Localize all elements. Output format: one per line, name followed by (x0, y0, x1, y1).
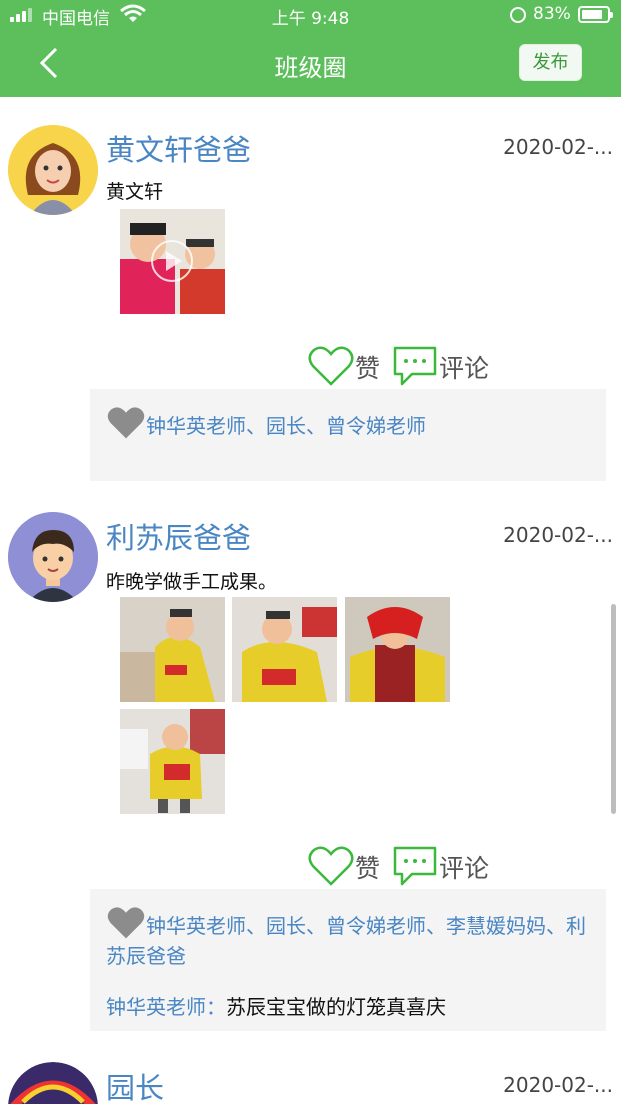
comment-button[interactable]: 评论 (439, 849, 489, 885)
likes-list[interactable]: 钟华英老师、园长、曾令娣老师、李慧媛妈妈、利苏辰爸爸 (106, 911, 596, 971)
post-actions: 赞 评论 (308, 845, 508, 887)
avatar[interactable] (8, 125, 98, 215)
post-card: 黄文轩爸爸 2020-02-... 黄文轩 赞 评论 钟华英老师、园长、曾令娣老… (0, 97, 621, 487)
post-date: 2020-02-... (503, 523, 613, 547)
post-text: 黄文轩 (106, 181, 164, 203)
video-thumbnail[interactable] (120, 209, 225, 314)
like-button[interactable]: 赞 (355, 349, 380, 385)
post-actions: 赞 评论 (308, 345, 508, 387)
post-card: 利苏辰爸爸 2020-02-... 昨晚学做手工成果。 赞 评论 钟华英老师、园… (0, 487, 621, 1037)
comment-author[interactable]: 钟华英老师： (106, 995, 226, 1019)
heart-outline-icon[interactable] (308, 845, 354, 887)
status-bar: 中国电信 上午 9:48 83% (0, 0, 621, 30)
app-header: 中国电信 上午 9:48 83% 班级圈 发布 (0, 0, 621, 97)
likes-panel: 钟华英老师、园长、曾令娣老师 (90, 389, 606, 481)
post-text: 昨晚学做手工成果。 (106, 571, 278, 593)
comment-bubble-icon[interactable] (392, 845, 438, 887)
battery-icon (578, 6, 613, 23)
clock: 上午 9:48 (271, 9, 350, 29)
author-name[interactable]: 黄文轩爸爸 (106, 127, 251, 169)
comment-item[interactable]: 钟华英老师：苏辰宝宝做的灯笼真喜庆 (106, 991, 446, 1020)
publish-button[interactable]: 发布 (519, 44, 582, 81)
comment-button[interactable]: 评论 (439, 349, 489, 385)
photo-thumbnail[interactable] (120, 709, 225, 814)
post-date: 2020-02-... (503, 135, 613, 159)
author-name[interactable]: 利苏辰爸爸 (106, 515, 251, 557)
orientation-lock-icon (510, 7, 526, 23)
like-button[interactable]: 赞 (355, 849, 380, 885)
photo-thumbnail[interactable] (120, 597, 225, 702)
comment-bubble-icon[interactable] (392, 345, 438, 387)
author-name[interactable]: 园长 (106, 1065, 164, 1104)
avatar[interactable] (8, 1062, 98, 1104)
heart-outline-icon[interactable] (308, 345, 354, 387)
photo-thumbnail[interactable] (232, 597, 337, 702)
battery-percent: 83% (533, 4, 571, 24)
likes-panel: 钟华英老师、园长、曾令娣老师、李慧媛妈妈、利苏辰爸爸 钟华英老师：苏辰宝宝做的灯… (90, 889, 606, 1031)
likes-list[interactable]: 钟华英老师、园长、曾令娣老师 (106, 411, 596, 441)
avatar[interactable] (8, 512, 98, 602)
comment-text: 苏辰宝宝做的灯笼真喜庆 (226, 995, 446, 1019)
post-card: 园长 2020-02-... (0, 1037, 621, 1104)
photo-thumbnail[interactable] (345, 597, 450, 702)
scrollbar[interactable] (611, 604, 616, 814)
post-date: 2020-02-... (503, 1073, 613, 1097)
